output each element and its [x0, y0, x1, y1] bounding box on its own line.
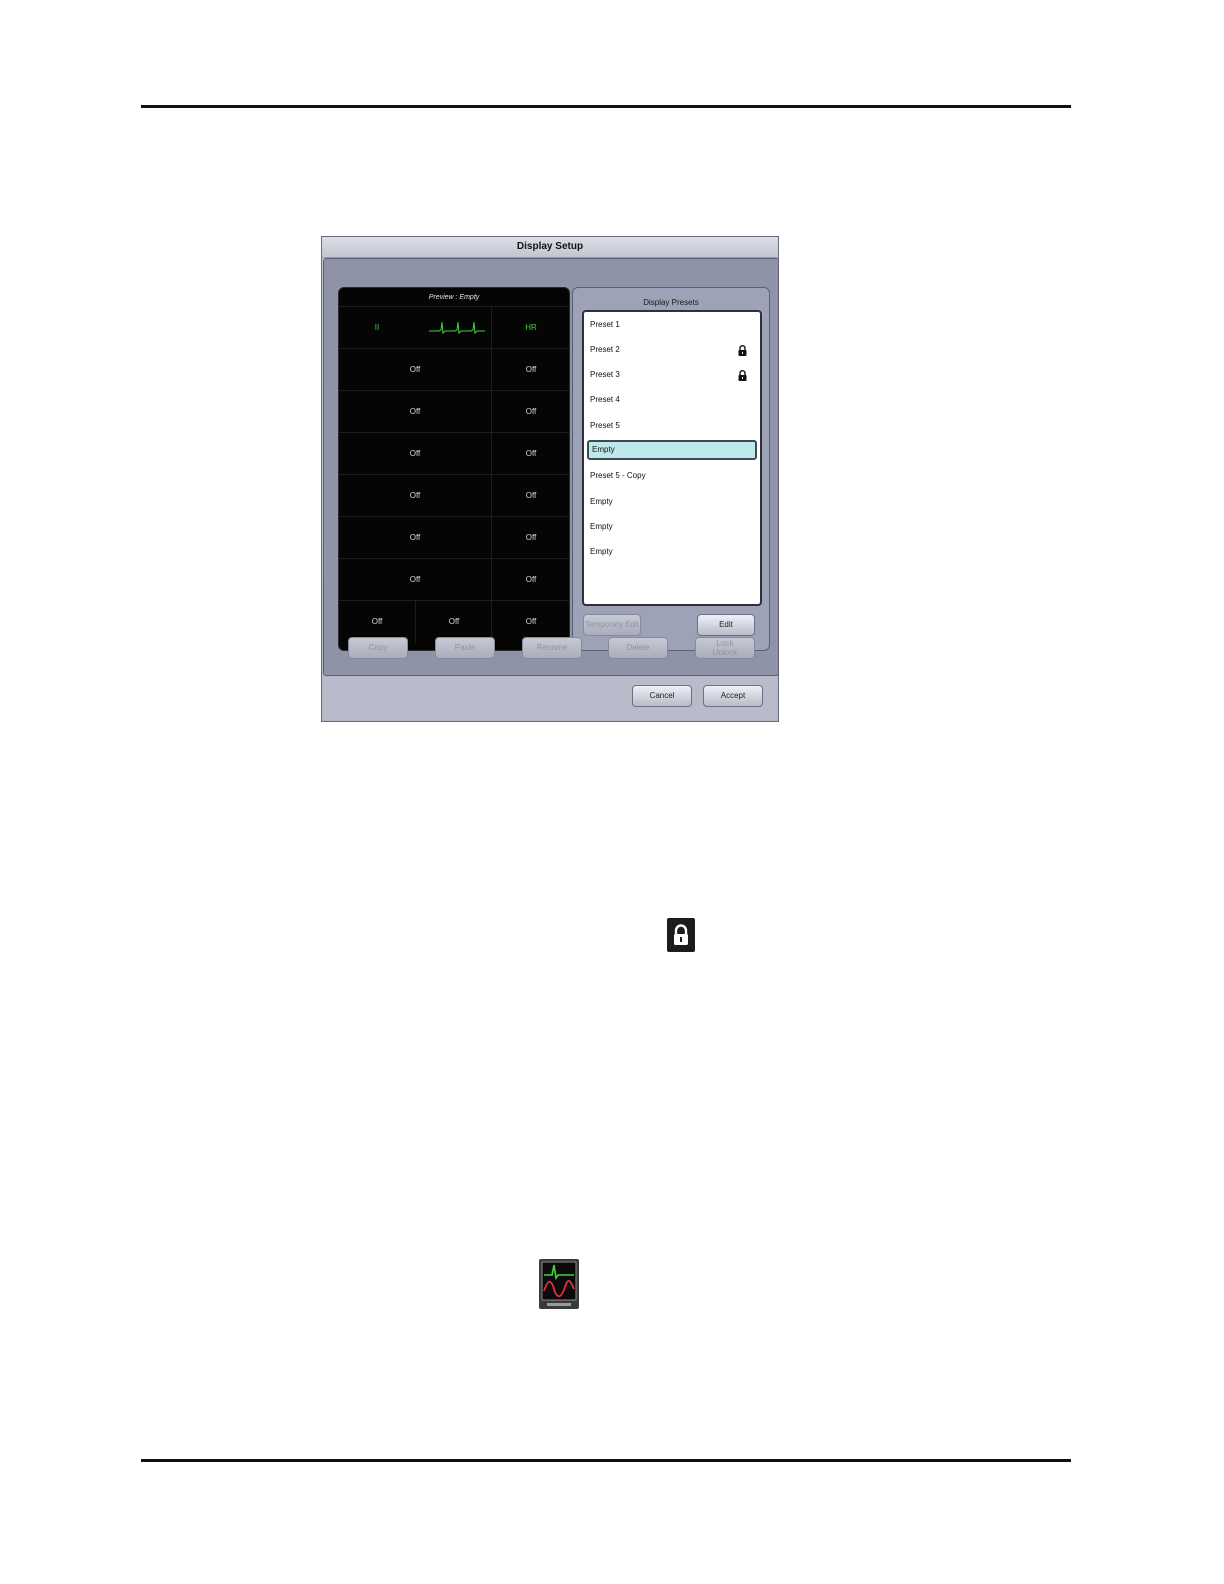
preset-item-selected[interactable]: Empty	[587, 440, 757, 460]
preset-label: Empty	[590, 497, 613, 506]
lock-label: Lock	[716, 639, 734, 648]
cancel-button[interactable]: Cancel	[632, 685, 692, 707]
preview-cell: Off	[409, 407, 421, 416]
preset-item[interactable]: Preset 1	[587, 315, 757, 335]
preset-item[interactable]: Preset 3	[587, 365, 757, 385]
lock-icon	[738, 345, 747, 356]
preset-list[interactable]: Preset 1 Preset 2 Preset 3 Preset 4 Pres…	[582, 310, 762, 606]
preview-row[interactable]: Off Off	[339, 516, 569, 559]
preview-waveform-label: II	[374, 323, 380, 332]
ecg-waveform-icon	[429, 321, 485, 335]
preview-cell: Off	[491, 517, 569, 559]
preset-label: Empty	[590, 547, 613, 556]
preview-cell: Off	[491, 559, 569, 601]
preview-cell: Off	[491, 475, 569, 517]
lock-unlock-button[interactable]: Lock Unlock	[695, 637, 755, 659]
preset-label: Preset 1	[590, 320, 620, 329]
copy-button[interactable]: Copy	[348, 637, 408, 659]
preset-label: Preset 3	[590, 370, 620, 379]
delete-button[interactable]: Delete	[608, 637, 668, 659]
display-setup-icon	[539, 1259, 579, 1309]
preset-item[interactable]: Preset 2	[587, 340, 757, 360]
preset-item[interactable]: Empty	[587, 492, 757, 512]
preset-item[interactable]: Preset 4	[587, 390, 757, 410]
preset-label: Preset 5 - Copy	[590, 471, 646, 480]
preview-cell: Off	[409, 575, 421, 584]
preview-title: Preview : Empty	[428, 294, 480, 301]
preset-label: Empty	[592, 445, 615, 454]
presets-title: Display Presets	[643, 298, 699, 307]
header-rule	[141, 105, 1071, 108]
preset-item[interactable]: Empty	[587, 542, 757, 562]
unlock-label: Unlock	[712, 648, 738, 657]
accept-button[interactable]: Accept	[703, 685, 763, 707]
preview-row[interactable]: Off Off	[339, 432, 569, 475]
preview-row[interactable]: Off Off	[339, 390, 569, 433]
preset-label: Empty	[590, 522, 613, 531]
preview-cell: Off	[409, 365, 421, 374]
footer-rule	[141, 1459, 1071, 1462]
preview-cell: Off	[491, 391, 569, 433]
preview-row[interactable]: Off Off	[339, 348, 569, 391]
lock-icon	[738, 370, 747, 381]
preset-label: Preset 5	[590, 421, 620, 430]
preview-cell: Off	[409, 449, 421, 458]
preview-cell: Off	[491, 349, 569, 391]
rename-button[interactable]: Rename	[522, 637, 582, 659]
preset-item[interactable]: Empty	[587, 517, 757, 537]
preview-row[interactable]: Off Off	[339, 474, 569, 517]
temporary-edit-button[interactable]: Temporary Edit	[583, 614, 641, 636]
paste-button[interactable]: Paste	[435, 637, 495, 659]
preset-item[interactable]: Preset 5 - Copy	[587, 466, 757, 486]
preview-cell: Off	[409, 533, 421, 542]
preset-item[interactable]: Preset 5	[587, 416, 757, 436]
preview-row[interactable]: II HR	[339, 306, 569, 349]
preview-panel: Preview : Empty II HR Off Off Off Off Of…	[338, 287, 570, 651]
preview-row[interactable]: Off Off	[339, 558, 569, 601]
display-presets-panel: Display Presets Preset 1 Preset 2 Preset…	[572, 287, 770, 651]
preset-label: Preset 4	[590, 395, 620, 404]
preview-cell: Off	[491, 433, 569, 475]
preset-label: Preset 2	[590, 345, 620, 354]
dialog-main-area: Preview : Empty II HR Off Off Off Off Of…	[323, 258, 779, 676]
preview-parameter-label: HR	[491, 307, 569, 349]
lock-icon	[667, 918, 695, 952]
dialog-title: Display Setup	[322, 237, 778, 258]
display-setup-dialog: Display Setup Preview : Empty II HR Off …	[322, 237, 779, 721]
preview-cell: Off	[409, 491, 421, 500]
edit-button[interactable]: Edit	[697, 614, 755, 636]
